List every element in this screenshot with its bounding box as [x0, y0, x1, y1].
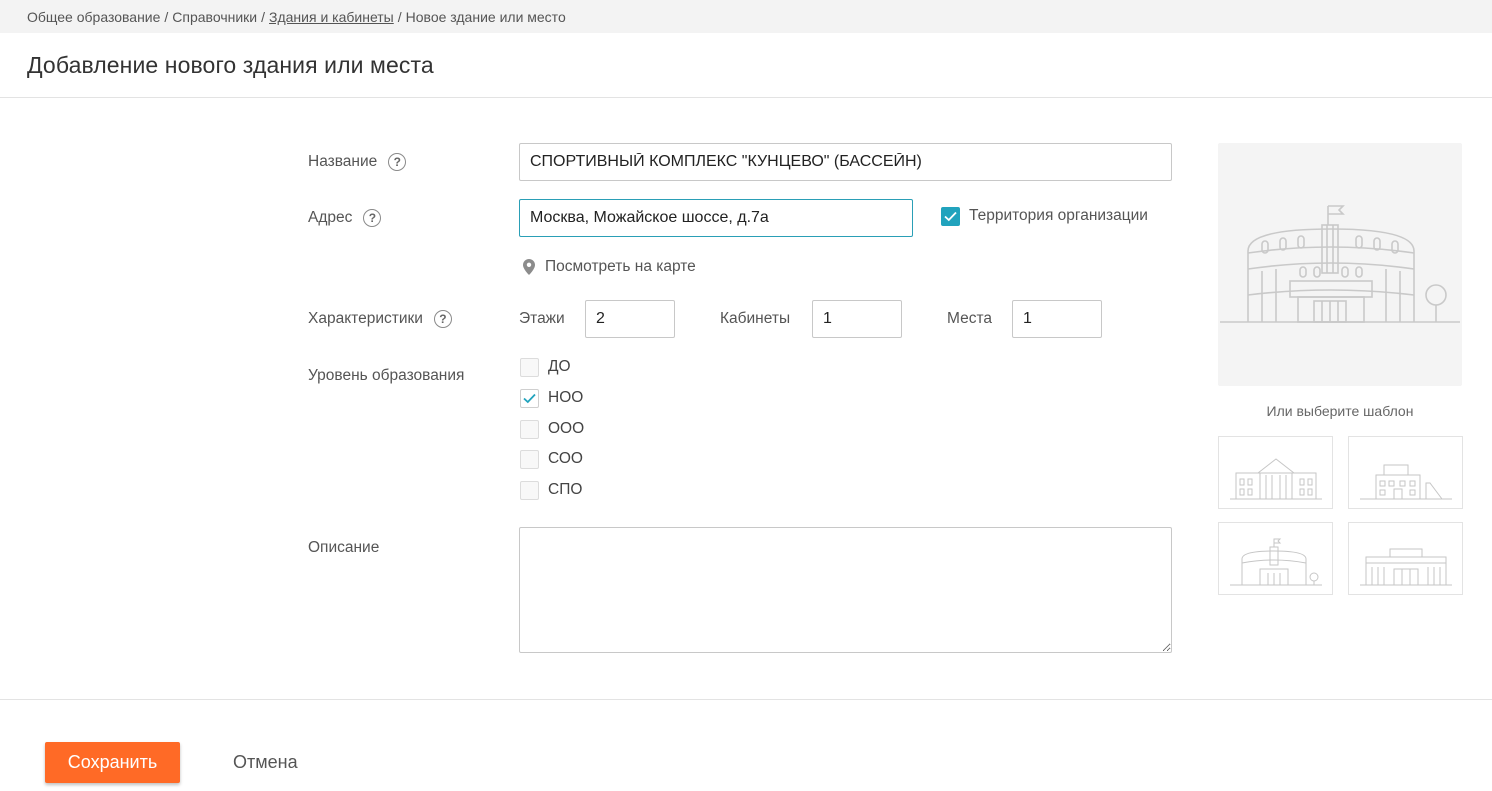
page-title: Добавление нового здания или места: [27, 52, 434, 78]
places-input[interactable]: [1012, 300, 1102, 338]
address-label-text: Адрес: [308, 209, 353, 226]
stadium-building-small-icon: [1229, 538, 1322, 585]
breadcrumb-separator: /: [164, 8, 169, 25]
stadium-building-icon: [1220, 205, 1460, 323]
breadcrumb-item-buildings[interactable]: Здания и кабинеты: [269, 9, 394, 25]
checkmark-icon: [944, 211, 957, 222]
breadcrumb-separator: /: [397, 8, 402, 25]
breadcrumb: Общее образование / Справочники / Здания…: [0, 0, 1492, 33]
school-building-icon: [1359, 464, 1452, 499]
education-checkbox-noo[interactable]: [520, 389, 539, 408]
breadcrumb-item-directories[interactable]: Справочники: [172, 9, 257, 25]
characteristics-label: Характеристики ?: [308, 310, 452, 328]
view-on-map-label: Посмотреть на карте: [545, 258, 696, 275]
template-long-building[interactable]: [1348, 522, 1463, 595]
description-textarea[interactable]: [519, 527, 1172, 653]
help-icon[interactable]: ?: [433, 310, 452, 328]
education-level-label: Уровень образования: [308, 367, 465, 384]
education-checkbox-ooo[interactable]: [520, 420, 539, 439]
map-pin-icon: [523, 259, 535, 275]
territory-checkbox[interactable]: [941, 207, 960, 226]
classic-building-icon: [1229, 457, 1322, 499]
characteristics-label-text: Характеристики: [308, 310, 423, 327]
checkmark-icon: [523, 393, 536, 404]
education-checkbox-do[interactable]: [520, 358, 539, 377]
breadcrumb-separator: /: [261, 8, 266, 25]
name-input[interactable]: [519, 143, 1172, 181]
name-label: Название ?: [308, 153, 407, 171]
help-icon[interactable]: ?: [388, 153, 407, 171]
building-preview: [1218, 143, 1462, 386]
template-stadium-building[interactable]: [1218, 522, 1333, 595]
view-on-map-link[interactable]: Посмотреть на карте: [523, 258, 696, 276]
help-icon[interactable]: ?: [363, 209, 382, 227]
cancel-button[interactable]: Отмена: [215, 742, 316, 783]
templates-caption: Или выберите шаблон: [1266, 403, 1414, 419]
breadcrumb-item-general-education[interactable]: Общее образование: [27, 9, 160, 25]
education-option-label[interactable]: ООО: [548, 420, 584, 438]
footer-divider: [0, 699, 1492, 700]
address-input[interactable]: [519, 199, 913, 237]
education-option-label[interactable]: ДО: [548, 358, 571, 376]
description-label: Описание: [308, 539, 380, 556]
rooms-label: Кабинеты: [720, 310, 791, 327]
long-building-icon: [1359, 548, 1452, 585]
template-school-building[interactable]: [1348, 436, 1463, 509]
name-label-text: Название: [308, 153, 378, 170]
education-option-label[interactable]: СПО: [548, 481, 582, 499]
save-button[interactable]: Сохранить: [45, 742, 180, 783]
education-option-label[interactable]: НОО: [548, 389, 583, 407]
breadcrumb-item-current: Новое здание или место: [405, 8, 566, 25]
education-checkbox-soo[interactable]: [520, 450, 539, 469]
floors-input[interactable]: [585, 300, 675, 338]
rooms-input[interactable]: [812, 300, 902, 338]
address-label: Адрес ?: [308, 209, 382, 227]
education-checkbox-spo[interactable]: [520, 481, 539, 500]
education-option-label[interactable]: СОО: [548, 450, 583, 468]
header-divider: [0, 97, 1492, 98]
territory-label[interactable]: Территория организации: [969, 207, 1148, 225]
template-classic-building[interactable]: [1218, 436, 1333, 509]
floors-label: Этажи: [519, 310, 565, 327]
places-label: Места: [947, 310, 993, 327]
